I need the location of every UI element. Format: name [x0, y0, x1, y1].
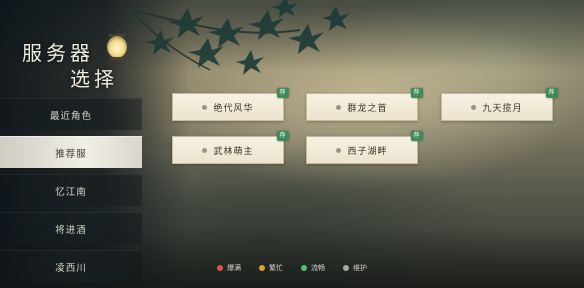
legend-label: 流畅 — [311, 264, 325, 272]
server-card[interactable]: 九天揽月 荐 — [441, 88, 558, 121]
recommended-badge: 荐 — [277, 88, 289, 98]
legend-item-full: 爆满 — [217, 263, 241, 273]
page-title: 服务器 选择 — [22, 40, 118, 92]
title-line-2: 选择 — [70, 67, 118, 91]
status-dot-icon — [259, 265, 265, 271]
status-legend: 爆满 繁忙 流畅 维护 — [0, 263, 584, 273]
server-name: 西子湖畔 — [347, 146, 388, 157]
server-card[interactable]: 武林萌主 荐 — [172, 131, 289, 164]
server-card[interactable]: 西子湖畔 荐 — [306, 131, 423, 164]
status-dot-icon — [217, 265, 223, 271]
title-line-1: 服务器 — [22, 41, 94, 65]
legend-label: 爆满 — [227, 264, 241, 272]
sidebar-item-label: 最近角色 — [49, 110, 92, 122]
sidebar-item-recent-roles[interactable]: 最近角色 — [0, 98, 142, 130]
recommended-badge: 荐 — [546, 88, 558, 98]
server-group-sidebar: 最近角色 推荐服 忆江南 将进酒 凌西川 — [0, 98, 142, 288]
status-dot-icon — [202, 104, 208, 110]
server-name: 武林萌主 — [213, 146, 254, 157]
legend-label: 繁忙 — [269, 264, 283, 272]
server-card[interactable]: 绝代风华 荐 — [172, 88, 289, 121]
recommended-badge: 荐 — [277, 131, 289, 141]
status-dot-icon — [301, 265, 307, 271]
sidebar-item-label: 推荐服 — [55, 148, 87, 160]
server-name: 九天揽月 — [482, 103, 523, 114]
server-card[interactable]: 群龙之首 荐 — [306, 88, 423, 121]
status-dot-icon — [202, 147, 208, 153]
recommended-badge: 荐 — [411, 88, 423, 98]
sidebar-item-label: 忆江南 — [55, 186, 87, 198]
legend-item-busy: 繁忙 — [259, 263, 283, 273]
sidebar-item-yijiangnan[interactable]: 忆江南 — [0, 174, 142, 206]
recommended-badge: 荐 — [411, 131, 423, 141]
sidebar-item-recommended[interactable]: 推荐服 — [0, 136, 142, 168]
server-name: 绝代风华 — [213, 103, 254, 114]
server-select-screen: 服务器 选择 最近角色 推荐服 忆江南 将进酒 凌西川 绝代风华 荐 群龙之首 … — [0, 0, 584, 288]
status-dot-icon — [336, 104, 342, 110]
server-name: 群龙之首 — [347, 103, 388, 114]
legend-item-smooth: 流畅 — [301, 263, 325, 273]
sidebar-item-jiangjinjiu[interactable]: 将进酒 — [0, 212, 142, 244]
status-dot-icon — [471, 104, 477, 110]
legend-label: 维护 — [353, 264, 367, 272]
status-dot-icon — [343, 265, 349, 271]
sidebar-item-label: 将进酒 — [55, 224, 87, 236]
legend-item-maintenance: 维护 — [343, 263, 367, 273]
status-dot-icon — [336, 147, 342, 153]
